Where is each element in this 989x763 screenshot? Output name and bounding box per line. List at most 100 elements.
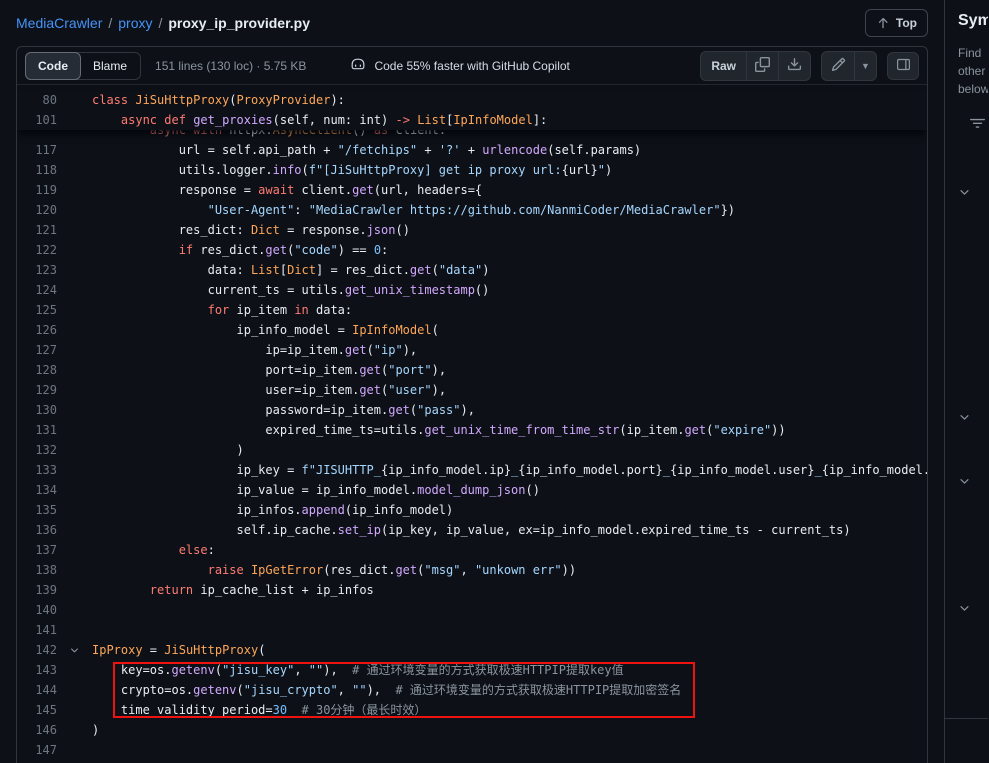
line-number[interactable]: 117 xyxy=(17,140,57,160)
line-number[interactable]: 125 xyxy=(17,300,57,320)
code-line-text: ) xyxy=(92,440,927,460)
filter-icon[interactable] xyxy=(970,116,985,134)
line-number[interactable]: 143 xyxy=(17,660,57,680)
copilot-icon xyxy=(350,56,366,75)
line-number[interactable]: 119 xyxy=(17,180,57,200)
code-row: 118 utils.logger.info(f"[JiSuHttpProxy] … xyxy=(17,160,927,180)
edit-file-button[interactable] xyxy=(822,52,854,80)
line-number[interactable]: 120 xyxy=(17,200,57,220)
line-number[interactable]: 130 xyxy=(17,400,57,420)
line-number[interactable]: 144 xyxy=(17,680,57,700)
code-row: 80class JiSuHttpProxy(ProxyProvider): xyxy=(17,90,927,110)
code-row: 142IpProxy = JiSuHttpProxy( xyxy=(17,640,927,660)
line-number[interactable]: 128 xyxy=(17,360,57,380)
code-line-text: expired_time_ts=utils.get_unix_time_from… xyxy=(92,420,927,440)
edit-dropdown-button[interactable]: ▼ xyxy=(854,52,876,80)
symbols-toggle-button[interactable] xyxy=(887,52,919,80)
line-number[interactable]: 135 xyxy=(17,500,57,520)
symbols-panel-description: Find other below xyxy=(958,44,988,98)
download-raw-button[interactable] xyxy=(778,52,810,80)
line-number[interactable]: 147 xyxy=(17,740,57,760)
code-row: 124 current_ts = utils.get_unix_timestam… xyxy=(17,280,927,300)
fold-spacer xyxy=(57,620,92,640)
code-row: 145 time_validity_period=30 # 30分钟（最长时效） xyxy=(17,700,927,720)
fold-spacer xyxy=(57,720,92,740)
line-number[interactable]: 140 xyxy=(17,600,57,620)
chevron-down-icon[interactable] xyxy=(958,411,971,427)
symbols-description-line: below xyxy=(958,80,988,98)
code-line-text: ip_value = ip_info_model.model_dump_json… xyxy=(92,480,927,500)
code-body: 80class JiSuHttpProxy(ProxyProvider):101… xyxy=(17,85,927,763)
fold-spacer xyxy=(57,380,92,400)
fold-spacer xyxy=(57,160,92,180)
line-number[interactable]: 80 xyxy=(17,90,57,110)
line-number[interactable]: 129 xyxy=(17,380,57,400)
symbols-panel: Sym Find other below xyxy=(944,0,988,763)
line-number[interactable]: 137 xyxy=(17,540,57,560)
chevron-down-icon[interactable] xyxy=(958,602,971,618)
fold-spacer xyxy=(57,180,92,200)
line-number[interactable]: 138 xyxy=(17,560,57,580)
line-number[interactable]: 145 xyxy=(17,700,57,720)
symbols-panel-icon xyxy=(896,57,911,75)
copy-raw-button[interactable] xyxy=(746,52,778,80)
line-number[interactable]: 126 xyxy=(17,320,57,340)
code-row: 141 xyxy=(17,620,927,640)
fold-spacer xyxy=(57,480,92,500)
breadcrumb-bar: MediaCrawler/proxy/proxy_ip_provider.py … xyxy=(0,0,944,46)
fold-spacer xyxy=(57,740,92,760)
raw-button[interactable]: Raw xyxy=(701,52,746,80)
code-row: 128 port=ip_item.get("port"), xyxy=(17,360,927,380)
code-line-text: else: xyxy=(92,540,927,560)
chevron-down-icon[interactable] xyxy=(958,186,971,202)
code-row: 120 "User-Agent": "MediaCrawler https://… xyxy=(17,200,927,220)
fold-chevron-icon[interactable] xyxy=(57,640,92,660)
symbols-panel-divider xyxy=(945,718,988,719)
tab-code[interactable]: Code xyxy=(25,52,81,80)
line-number[interactable]: 142 xyxy=(17,640,57,660)
line-number[interactable]: 124 xyxy=(17,280,57,300)
fold-spacer xyxy=(57,280,92,300)
code-line-text: user=ip_item.get("user"), xyxy=(92,380,927,400)
line-number[interactable]: 121 xyxy=(17,220,57,240)
breadcrumb-separator: / xyxy=(158,15,162,31)
line-number[interactable]: 131 xyxy=(17,420,57,440)
github-code-view: MediaCrawler/proxy/proxy_ip_provider.py … xyxy=(0,0,989,763)
fold-spacer xyxy=(57,600,92,620)
line-number[interactable]: 132 xyxy=(17,440,57,460)
line-number[interactable]: 127 xyxy=(17,340,57,360)
line-number[interactable]: 136 xyxy=(17,520,57,540)
code-line-text: password=ip_item.get("pass"), xyxy=(92,400,927,420)
code-line-text xyxy=(92,620,927,640)
line-number[interactable]: 141 xyxy=(17,620,57,640)
code-row: 138 raise IpGetError(res_dict.get("msg",… xyxy=(17,560,927,580)
line-number[interactable]: 133 xyxy=(17,460,57,480)
chevron-down-icon[interactable] xyxy=(958,475,971,491)
code-line-text: return ip_cache_list + ip_infos xyxy=(92,580,927,600)
breadcrumb-folder-link[interactable]: proxy xyxy=(118,15,152,31)
line-number[interactable]: 101 xyxy=(17,110,57,130)
line-number[interactable]: 122 xyxy=(17,240,57,260)
file-view-container: Code Blame 151 lines (130 loc) · 5.75 KB… xyxy=(16,46,928,763)
line-number[interactable]: 118 xyxy=(17,160,57,180)
back-to-top-button[interactable]: Top xyxy=(865,9,928,37)
code-line-text: crypto=os.getenv("jisu_crypto", ""), # 通… xyxy=(92,680,927,700)
code-line-text: "User-Agent": "MediaCrawler https://gith… xyxy=(92,200,927,220)
code-row: 126 ip_info_model = IpInfoModel( xyxy=(17,320,927,340)
fold-spacer xyxy=(57,360,92,380)
tab-blame[interactable]: Blame xyxy=(80,53,140,79)
line-number[interactable]: 139 xyxy=(17,580,57,600)
line-number[interactable]: 146 xyxy=(17,720,57,740)
code-row: 121 res_dict: Dict = response.json() xyxy=(17,220,927,240)
sticky-context-lines: 80class JiSuHttpProxy(ProxyProvider):101… xyxy=(17,90,927,130)
line-number[interactable]: 123 xyxy=(17,260,57,280)
code-row: 119 response = await client.get(url, hea… xyxy=(17,180,927,200)
code-row: 122 if res_dict.get("code") == 0: xyxy=(17,240,927,260)
fold-spacer xyxy=(57,540,92,560)
code-line-text xyxy=(92,600,927,620)
line-number[interactable]: 134 xyxy=(17,480,57,500)
breadcrumb-repo-link[interactable]: MediaCrawler xyxy=(16,15,102,31)
code-line-text: port=ip_item.get("port"), xyxy=(92,360,927,380)
line-number[interactable] xyxy=(17,130,57,140)
code-row: 123 data: List[Dict] = res_dict.get("dat… xyxy=(17,260,927,280)
